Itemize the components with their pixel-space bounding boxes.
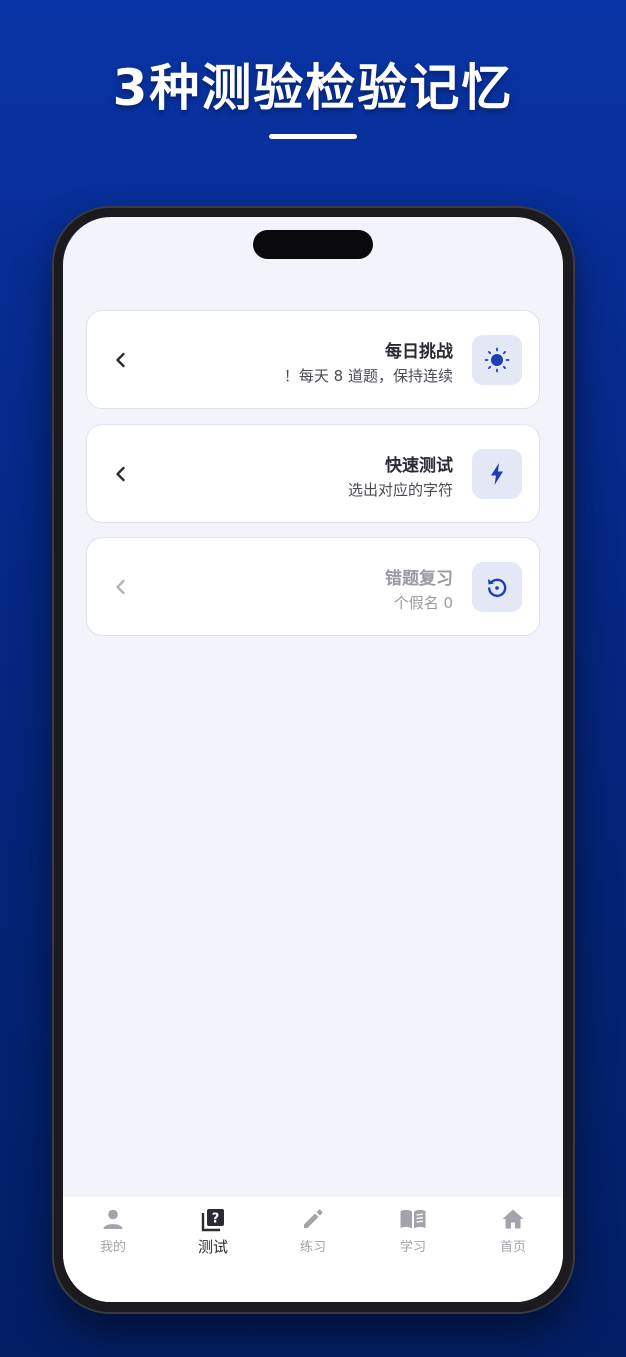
chevron-left-icon — [116, 579, 125, 595]
tab-label: 学习 — [399, 1240, 426, 1255]
card-title: 快速测试 — [385, 456, 453, 476]
card-icon-box — [472, 562, 522, 612]
headline-underline — [269, 134, 357, 139]
card-subtitle: 选出对应的字符 — [347, 481, 453, 499]
tab-label: 我的 — [99, 1240, 126, 1255]
mistake-review-card[interactable]: 错题复习 个假名 0 — [86, 537, 540, 636]
dynamic-island — [253, 230, 373, 259]
svg-text:?: ? — [212, 1212, 220, 1227]
bottom-tab-bar: 我的 ? 测试 练习 学习 首页 — [63, 1197, 563, 1302]
lightning-icon — [491, 463, 503, 485]
tab-label: 测试 — [197, 1238, 228, 1256]
refresh-icon — [488, 578, 507, 598]
phone-screen: 每日挑战 ！每天 8 道题，保持连续 快速测试 选出对应的字符 错题复习 个假名… — [63, 217, 563, 1302]
book-icon — [400, 1209, 426, 1229]
card-title: 每日挑战 — [385, 342, 453, 362]
pencil-icon — [304, 1209, 323, 1228]
quick-test-card[interactable]: 快速测试 选出对应的字符 — [86, 424, 540, 523]
card-subtitle: 个假名 0 — [393, 594, 453, 612]
card-subtitle: ！每天 8 道题，保持连续 — [283, 367, 453, 385]
card-icon-box — [472, 449, 522, 499]
daily-challenge-card[interactable]: 每日挑战 ！每天 8 道题，保持连续 — [86, 310, 540, 409]
card-title: 错题复习 — [385, 569, 453, 589]
chevron-left-icon — [116, 466, 125, 482]
chevron-left-icon — [116, 352, 125, 368]
person-icon — [103, 1209, 123, 1229]
tab-label: 练习 — [299, 1240, 326, 1255]
tab-study[interactable]: 学习 — [363, 1207, 463, 1267]
card-icon-box — [472, 335, 522, 385]
home-icon — [502, 1209, 524, 1229]
tab-test[interactable]: ? 测试 — [163, 1207, 263, 1267]
quiz-icon: ? — [201, 1209, 224, 1232]
promo-headline: 3种测验检验记忆 — [112, 59, 514, 117]
tab-label: 首页 — [499, 1240, 526, 1255]
tab-mine[interactable]: 我的 — [63, 1207, 163, 1267]
tab-home[interactable]: 首页 — [463, 1207, 563, 1267]
tab-practice[interactable]: 练习 — [263, 1207, 363, 1267]
sun-icon — [484, 347, 510, 373]
